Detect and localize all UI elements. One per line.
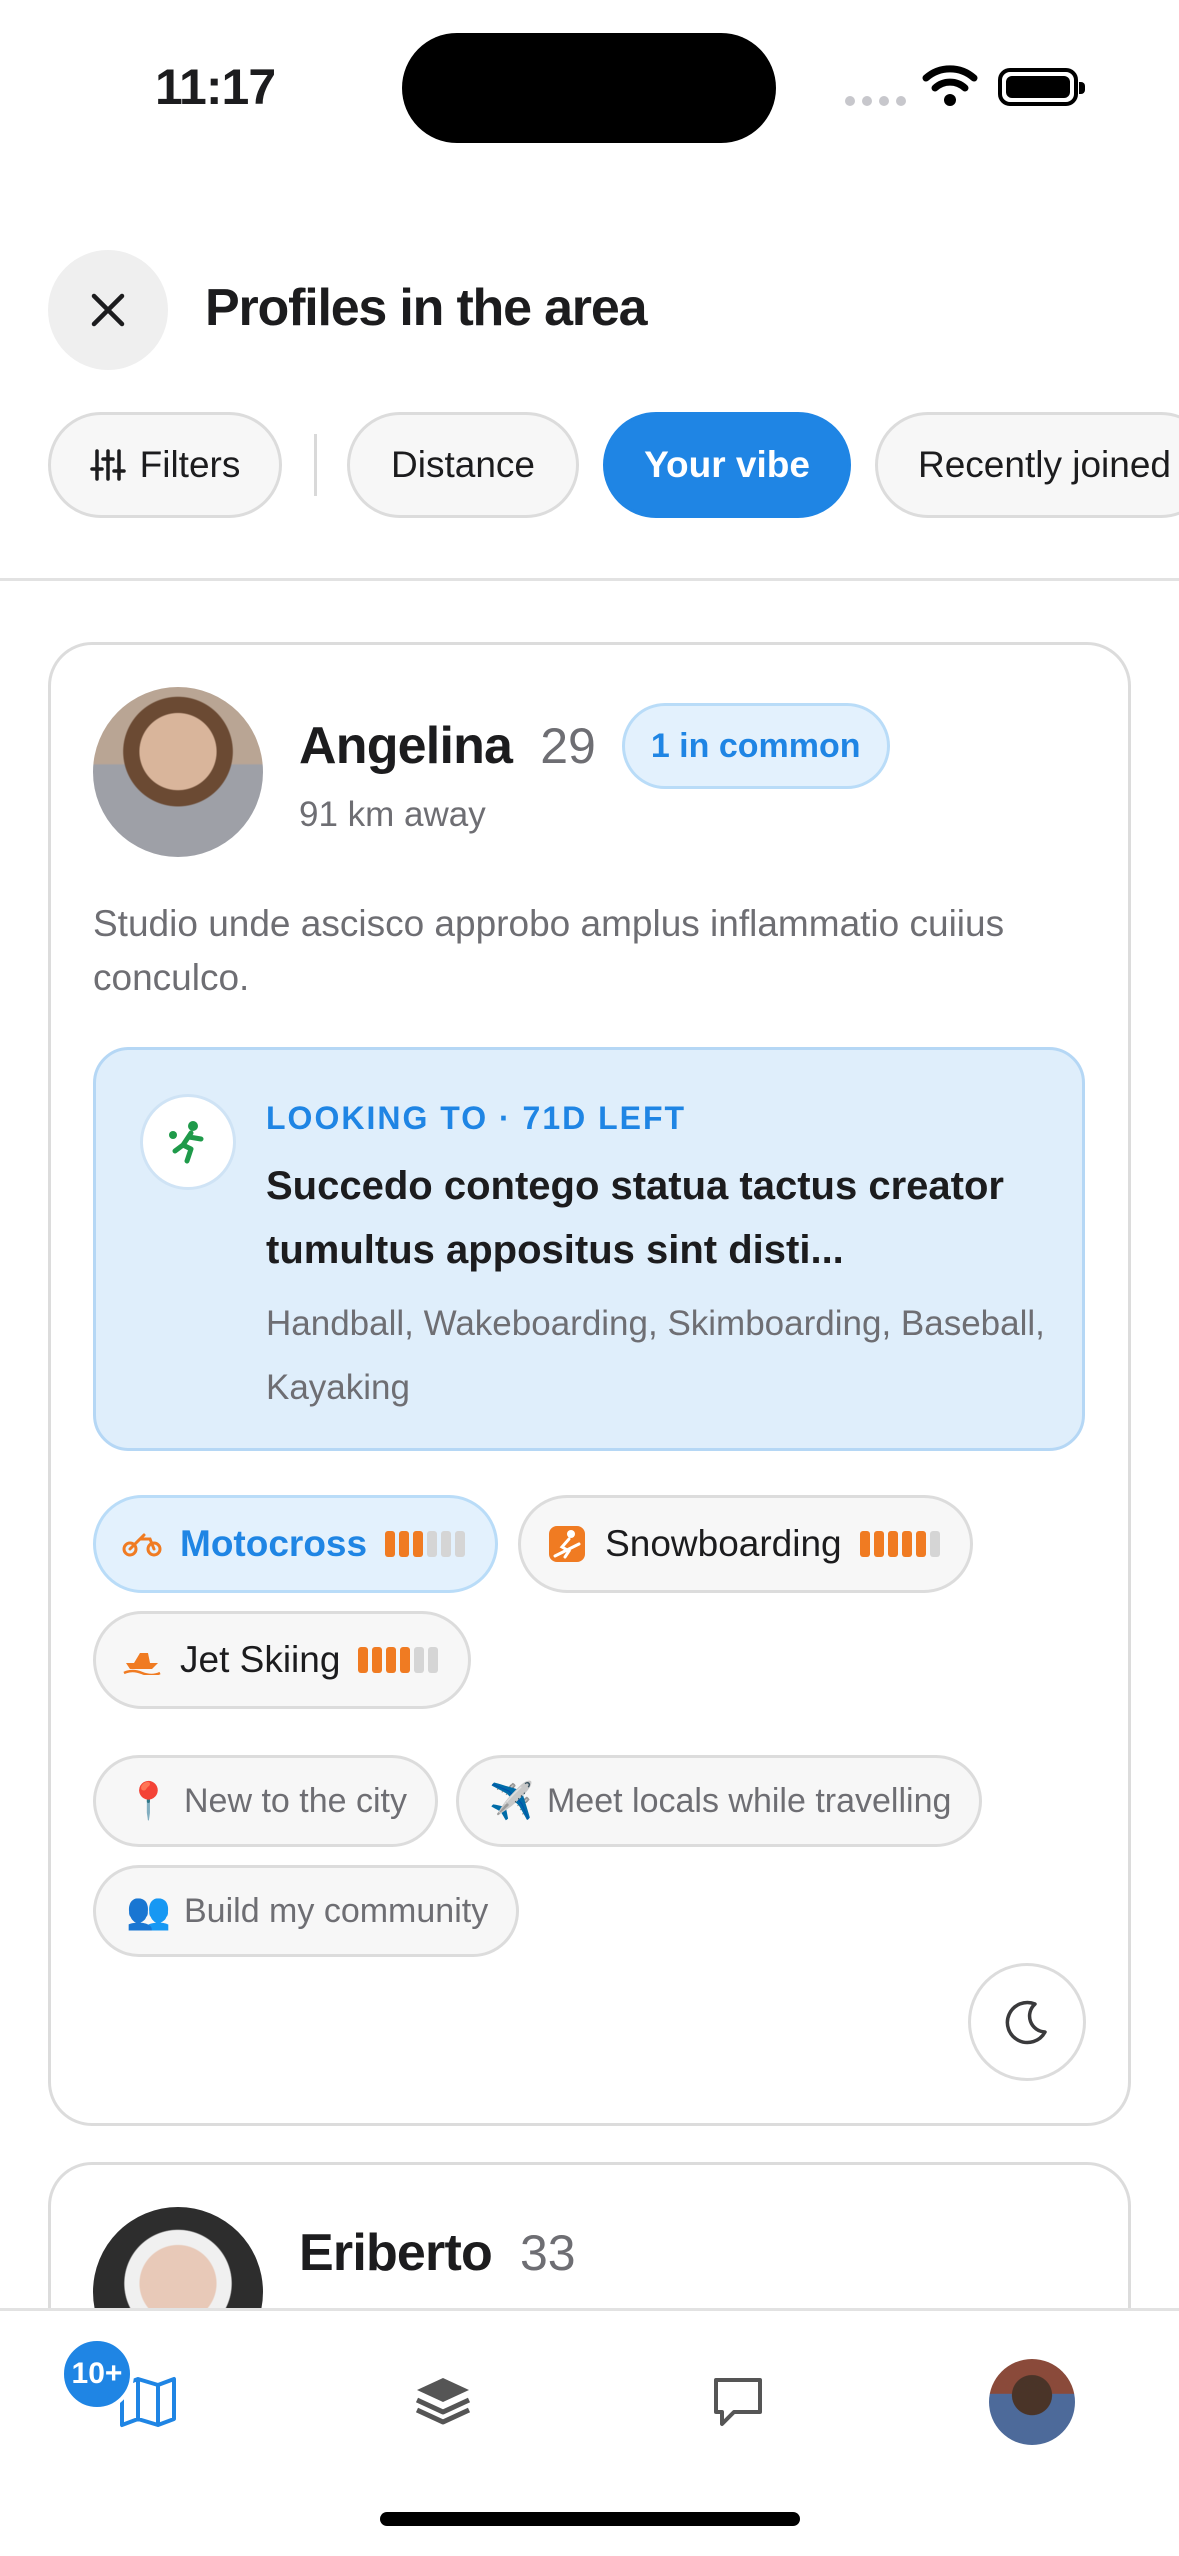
sort-chip-recently-joined[interactable]: Recently joined	[875, 412, 1179, 518]
battery-icon	[998, 68, 1085, 106]
activity-label: Jet Skiing	[180, 1639, 341, 1680]
tab-messages[interactable]	[678, 2347, 798, 2457]
profile-name: Eriberto	[299, 2224, 493, 2282]
cellular-signal-icon	[845, 96, 906, 106]
activity-chip-snowboarding[interactable]: Snowboarding	[518, 1495, 973, 1593]
page-title: Profiles in the area	[205, 279, 647, 337]
looking-to-panel[interactable]: LOOKING TO · 71D LEFT Succedo contego st…	[93, 1047, 1085, 1451]
profile-bio: Studio unde ascisco approbo amplus infla…	[93, 903, 1005, 998]
status-bar: 11:17	[0, 0, 1179, 170]
home-indicator	[380, 2512, 800, 2526]
layers-icon	[415, 2378, 471, 2425]
sliders-icon	[89, 449, 126, 481]
tab-layers[interactable]	[383, 2347, 503, 2457]
night-mode-button[interactable]	[968, 1963, 1086, 2081]
skill-level-meter	[859, 1531, 940, 1557]
activity-chip-jet-skiing[interactable]: Jet Skiing	[93, 1611, 472, 1709]
status-time: 11:17	[155, 59, 276, 115]
close-button[interactable]	[48, 250, 168, 370]
header-divider	[0, 578, 1179, 581]
profile-card[interactable]: Angelina 29 1 in common 91 km away Studi…	[48, 642, 1131, 2126]
dynamic-island	[402, 33, 776, 143]
skill-level-meter	[385, 1531, 466, 1557]
skill-level-meter	[358, 1647, 439, 1673]
intent-tag-label: Build my community	[184, 1891, 489, 1930]
filters-label: Filters	[139, 444, 241, 485]
close-icon	[91, 293, 125, 327]
snowboard-icon	[547, 1524, 587, 1564]
map-count-badge: 10+	[60, 2337, 134, 2411]
looking-title: Succedo contego statua tactus creator tu…	[266, 1164, 1004, 1272]
moon-icon	[1005, 2000, 1047, 2045]
user-avatar	[989, 2359, 1075, 2445]
looking-kicker: LOOKING TO · 71D LEFT	[266, 1100, 687, 1136]
avatar[interactable]	[93, 687, 263, 857]
athlete-icon	[140, 1094, 236, 1190]
intent-tag[interactable]: 👥 Build my community	[93, 1865, 520, 1957]
intent-tag[interactable]: 📍 New to the city	[93, 1755, 438, 1847]
activity-label: Snowboarding	[605, 1523, 842, 1564]
profile-age: 29	[540, 718, 596, 774]
profile-distance: 91 km away	[299, 795, 486, 834]
intent-tag-label: New to the city	[184, 1781, 407, 1820]
activity-label: Motocross	[180, 1523, 368, 1564]
wifi-icon	[922, 65, 978, 106]
chip-divider	[314, 434, 317, 496]
chat-icon	[714, 2378, 762, 2426]
looking-sports: Handball, Wakeboarding, Skimboarding, Ba…	[266, 1304, 1045, 1407]
motorbike-icon	[122, 1524, 162, 1564]
sort-chip-distance[interactable]: Distance	[347, 412, 579, 518]
filters-button[interactable]: Filters	[48, 412, 282, 518]
sort-chip-row: Filters Distance Your vibe Recently join…	[48, 412, 1179, 518]
airplane-icon: ✈️	[488, 1780, 534, 1821]
people-icon: 👥	[126, 1890, 171, 1931]
activity-chip-motocross[interactable]: Motocross	[93, 1495, 499, 1593]
in-common-badge[interactable]: 1 in common	[621, 703, 890, 789]
intent-tag[interactable]: ✈️ Meet locals while travelling	[455, 1755, 983, 1847]
profile-age: 33	[519, 2225, 576, 2281]
jetski-icon	[122, 1640, 162, 1680]
profile-name: Angelina	[299, 717, 513, 775]
sort-chip-your-vibe[interactable]: Your vibe	[603, 412, 851, 518]
tab-profile[interactable]	[972, 2347, 1092, 2457]
pin-icon: 📍	[126, 1780, 171, 1821]
intent-tag-label: Meet locals while travelling	[546, 1781, 952, 1820]
